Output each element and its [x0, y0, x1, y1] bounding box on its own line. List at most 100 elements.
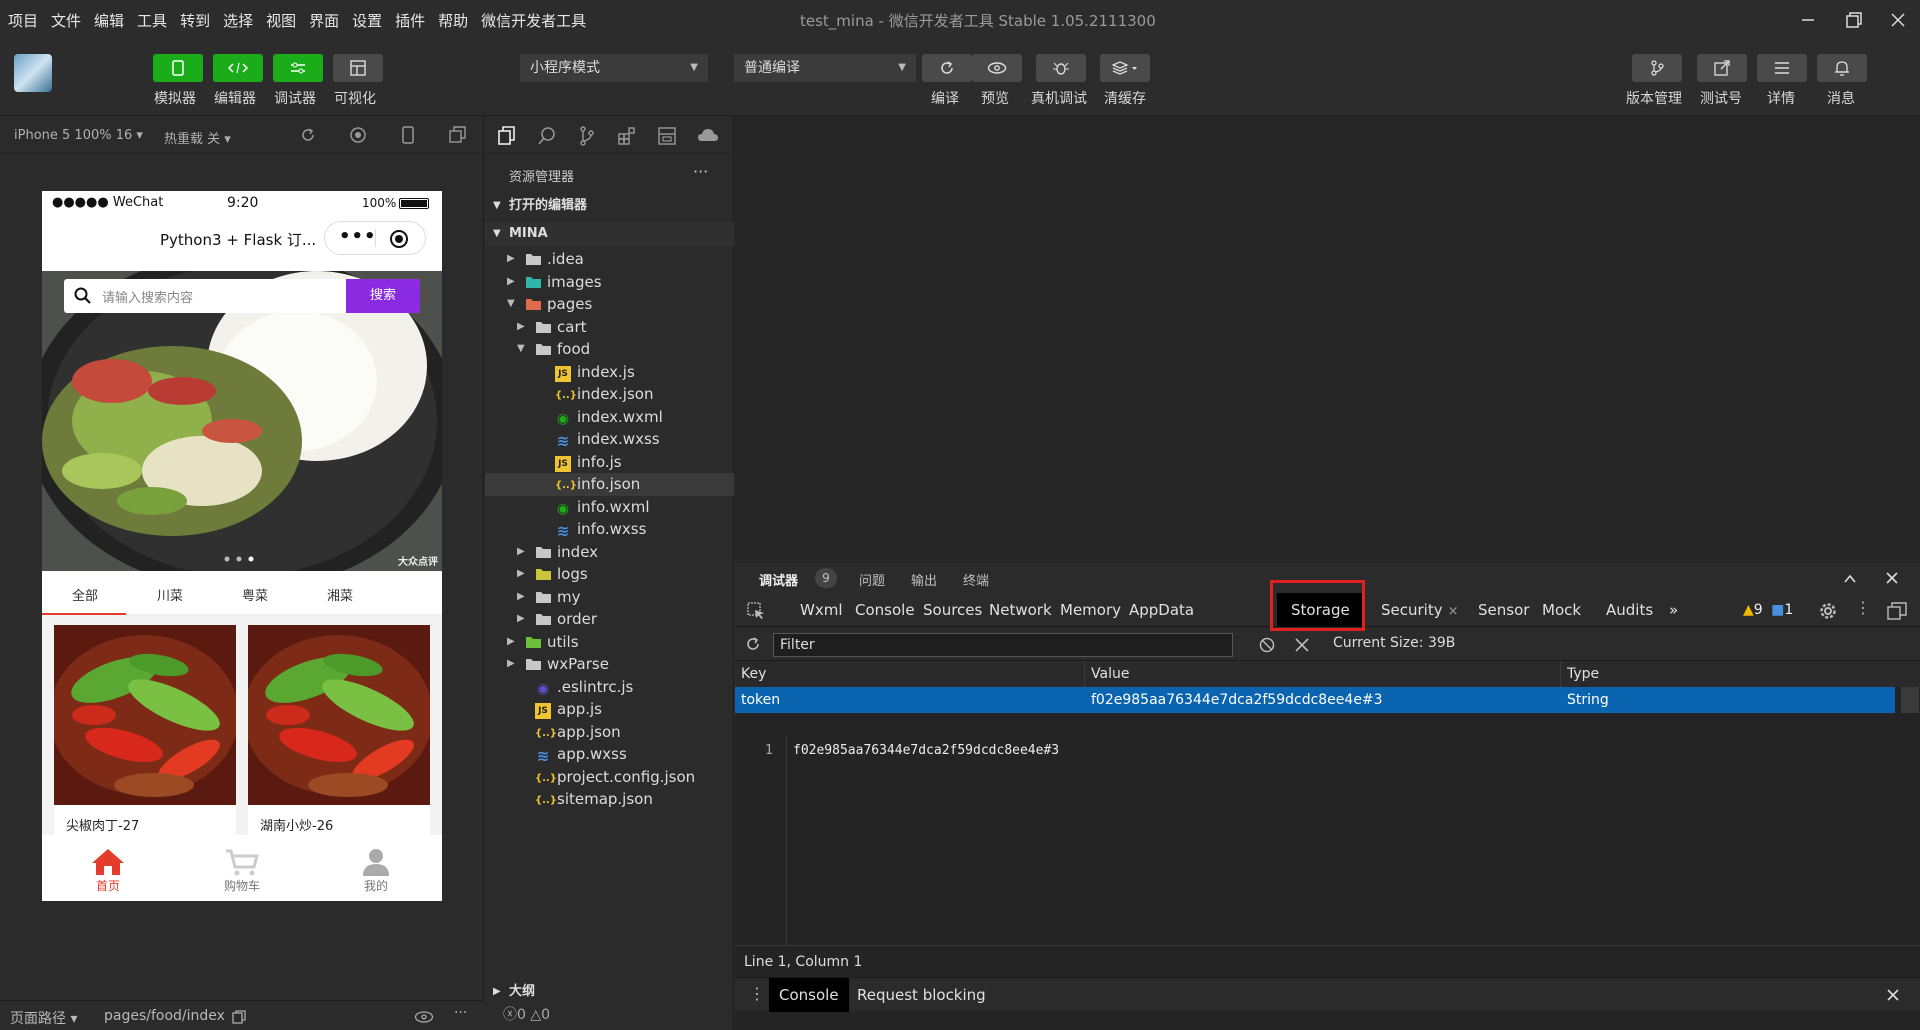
storage-icon[interactable]: [657, 126, 677, 146]
category-tab-hunan[interactable]: 湘菜: [327, 585, 353, 604]
close-tab-icon[interactable]: ×: [1448, 604, 1459, 619]
tree-file[interactable]: ◉ .eslintrc.js: [485, 676, 734, 699]
menu-item[interactable]: 视图: [266, 10, 296, 31]
more-tabs-icon[interactable]: »: [1655, 593, 1692, 627]
banner-carousel[interactable]: 大众点评: [42, 271, 442, 571]
restore-button[interactable]: [1834, 6, 1874, 34]
kebab-menu-icon[interactable]: ⋮: [1855, 598, 1871, 617]
column-key[interactable]: Key: [735, 661, 1085, 687]
explorer-more-icon[interactable]: ···: [693, 162, 708, 181]
chevron-right-icon[interactable]: ▶: [517, 608, 525, 631]
chevron-right-icon[interactable]: ▶: [517, 563, 525, 586]
tab-mine[interactable]: 我的: [336, 847, 416, 894]
preview-text[interactable]: f02e985aa76344e7dca2f59dcdc8ee4e#3: [793, 743, 1059, 758]
drawer-tab-console[interactable]: Console: [769, 978, 849, 1012]
tree-file[interactable]: JS index.js: [485, 361, 734, 384]
visual-toggle-button[interactable]: [333, 54, 383, 82]
tree-folder[interactable]: ▼ food: [485, 338, 734, 361]
tree-folder[interactable]: ▶ order: [485, 608, 734, 631]
tab-output[interactable]: 输出: [911, 570, 937, 589]
chevron-right-icon[interactable]: ▶: [517, 586, 525, 609]
details-button[interactable]: [1757, 54, 1807, 82]
search-bar[interactable]: 请输入搜索内容 搜索: [64, 279, 420, 313]
version-control-button[interactable]: [1632, 54, 1682, 82]
chevron-right-icon[interactable]: ▶: [517, 316, 525, 339]
tree-folder[interactable]: ▶ utils: [485, 631, 734, 654]
minimize-button[interactable]: [1788, 6, 1828, 34]
tab-cart[interactable]: 购物车: [202, 847, 282, 894]
tree-folder[interactable]: ▶ cart: [485, 316, 734, 339]
chevron-right-icon[interactable]: ▶: [507, 631, 515, 654]
drawer-menu-icon[interactable]: ⋮: [749, 984, 765, 1003]
food-card[interactable]: 尖椒肉丁-27: [54, 625, 236, 835]
eye-icon[interactable]: [414, 1010, 434, 1024]
menu-item[interactable]: 插件: [395, 10, 425, 31]
tree-file[interactable]: ≋ info.wxss: [485, 518, 734, 541]
tree-folder[interactable]: ▶ my: [485, 586, 734, 609]
tab-issues[interactable]: 问题: [859, 570, 885, 589]
source-control-icon[interactable]: [577, 126, 597, 146]
close-icon[interactable]: [1887, 989, 1899, 1001]
table-row[interactable]: token f02e985aa76344e7dca2f59dcdc8ee4e#3…: [735, 687, 1895, 713]
devtools-tab-appdata[interactable]: AppData: [1115, 593, 1208, 627]
chevron-right-icon[interactable]: ▶: [507, 271, 515, 294]
real-device-debug-button[interactable]: [1036, 54, 1086, 82]
popout-icon[interactable]: [449, 126, 467, 144]
outline-section[interactable]: ▶ 大纲: [485, 980, 734, 1004]
menu-item[interactable]: 编辑: [94, 10, 124, 31]
preview-button[interactable]: [972, 54, 1022, 82]
capsule-menu[interactable]: •••: [324, 221, 426, 255]
chevron-right-icon[interactable]: ▶: [517, 541, 525, 564]
close-window-button[interactable]: [1878, 6, 1918, 34]
settings-gear-icon[interactable]: [1819, 602, 1837, 620]
compile-select[interactable]: 普通编译 ▼: [734, 54, 916, 82]
debugger-toggle-button[interactable]: [273, 54, 323, 82]
tree-file[interactable]: {..} app.json: [485, 721, 734, 744]
compile-button[interactable]: [922, 54, 972, 82]
menu-item[interactable]: 转到: [180, 10, 210, 31]
menu-item[interactable]: 文件: [51, 10, 81, 31]
filter-input[interactable]: Filter: [773, 633, 1233, 657]
issues-counter[interactable]: ▲9 ■1: [1743, 602, 1793, 618]
simulator-toggle-button[interactable]: [153, 54, 203, 82]
menu-item[interactable]: 项目: [8, 10, 38, 31]
tree-file[interactable]: ◉ info.wxml: [485, 496, 734, 519]
refresh-icon[interactable]: [745, 636, 761, 652]
menu-item[interactable]: 选择: [223, 10, 253, 31]
close-icon[interactable]: [1886, 572, 1898, 584]
category-tab-sichuan[interactable]: 川菜: [157, 585, 183, 604]
mode-select[interactable]: 小程序模式 ▼: [520, 54, 708, 82]
search-button[interactable]: 搜索: [346, 279, 420, 313]
tree-folder[interactable]: ▶ index: [485, 541, 734, 564]
category-tab-all[interactable]: 全部: [72, 585, 98, 604]
delete-selected-icon[interactable]: [1295, 638, 1309, 652]
scrollbar[interactable]: [1901, 687, 1919, 713]
chevron-right-icon[interactable]: ▶: [507, 248, 515, 271]
tree-folder[interactable]: ▶ images: [485, 271, 734, 294]
project-section[interactable]: ▼ MINA: [485, 222, 734, 246]
tree-folder[interactable]: ▶ wxParse: [485, 653, 734, 676]
tree-file[interactable]: JS app.js: [485, 698, 734, 721]
devtools-tab-security[interactable]: Security ×: [1367, 593, 1473, 627]
tree-file[interactable]: {..} index.json: [485, 383, 734, 406]
tree-file[interactable]: ≋ index.wxss: [485, 428, 734, 451]
tree-file[interactable]: {..} sitemap.json: [485, 788, 734, 811]
rotate-icon[interactable]: [299, 126, 317, 144]
column-type[interactable]: Type: [1561, 661, 1920, 687]
tree-folder[interactable]: ▼ pages: [485, 293, 734, 316]
avatar[interactable]: [14, 54, 52, 92]
record-icon[interactable]: [349, 126, 367, 144]
chevron-down-icon[interactable]: ▼: [517, 338, 525, 361]
files-icon[interactable]: [497, 126, 517, 146]
menu-item[interactable]: 设置: [352, 10, 382, 31]
menu-item[interactable]: 工具: [137, 10, 167, 31]
extensions-icon[interactable]: [617, 126, 637, 146]
hot-reload-select[interactable]: 热重载 关 ▾: [164, 128, 231, 147]
tab-debugger[interactable]: 调试器: [759, 570, 798, 589]
menu-item[interactable]: 微信开发者工具: [481, 10, 586, 31]
category-tab-cantonese[interactable]: 粤菜: [242, 585, 268, 604]
problems-summary[interactable]: ⓧ0 △0: [503, 1004, 550, 1024]
tree-file[interactable]: {..} info.json: [485, 473, 734, 496]
search-icon[interactable]: [537, 126, 557, 146]
devtools-tab-mock[interactable]: Mock: [1528, 593, 1595, 627]
